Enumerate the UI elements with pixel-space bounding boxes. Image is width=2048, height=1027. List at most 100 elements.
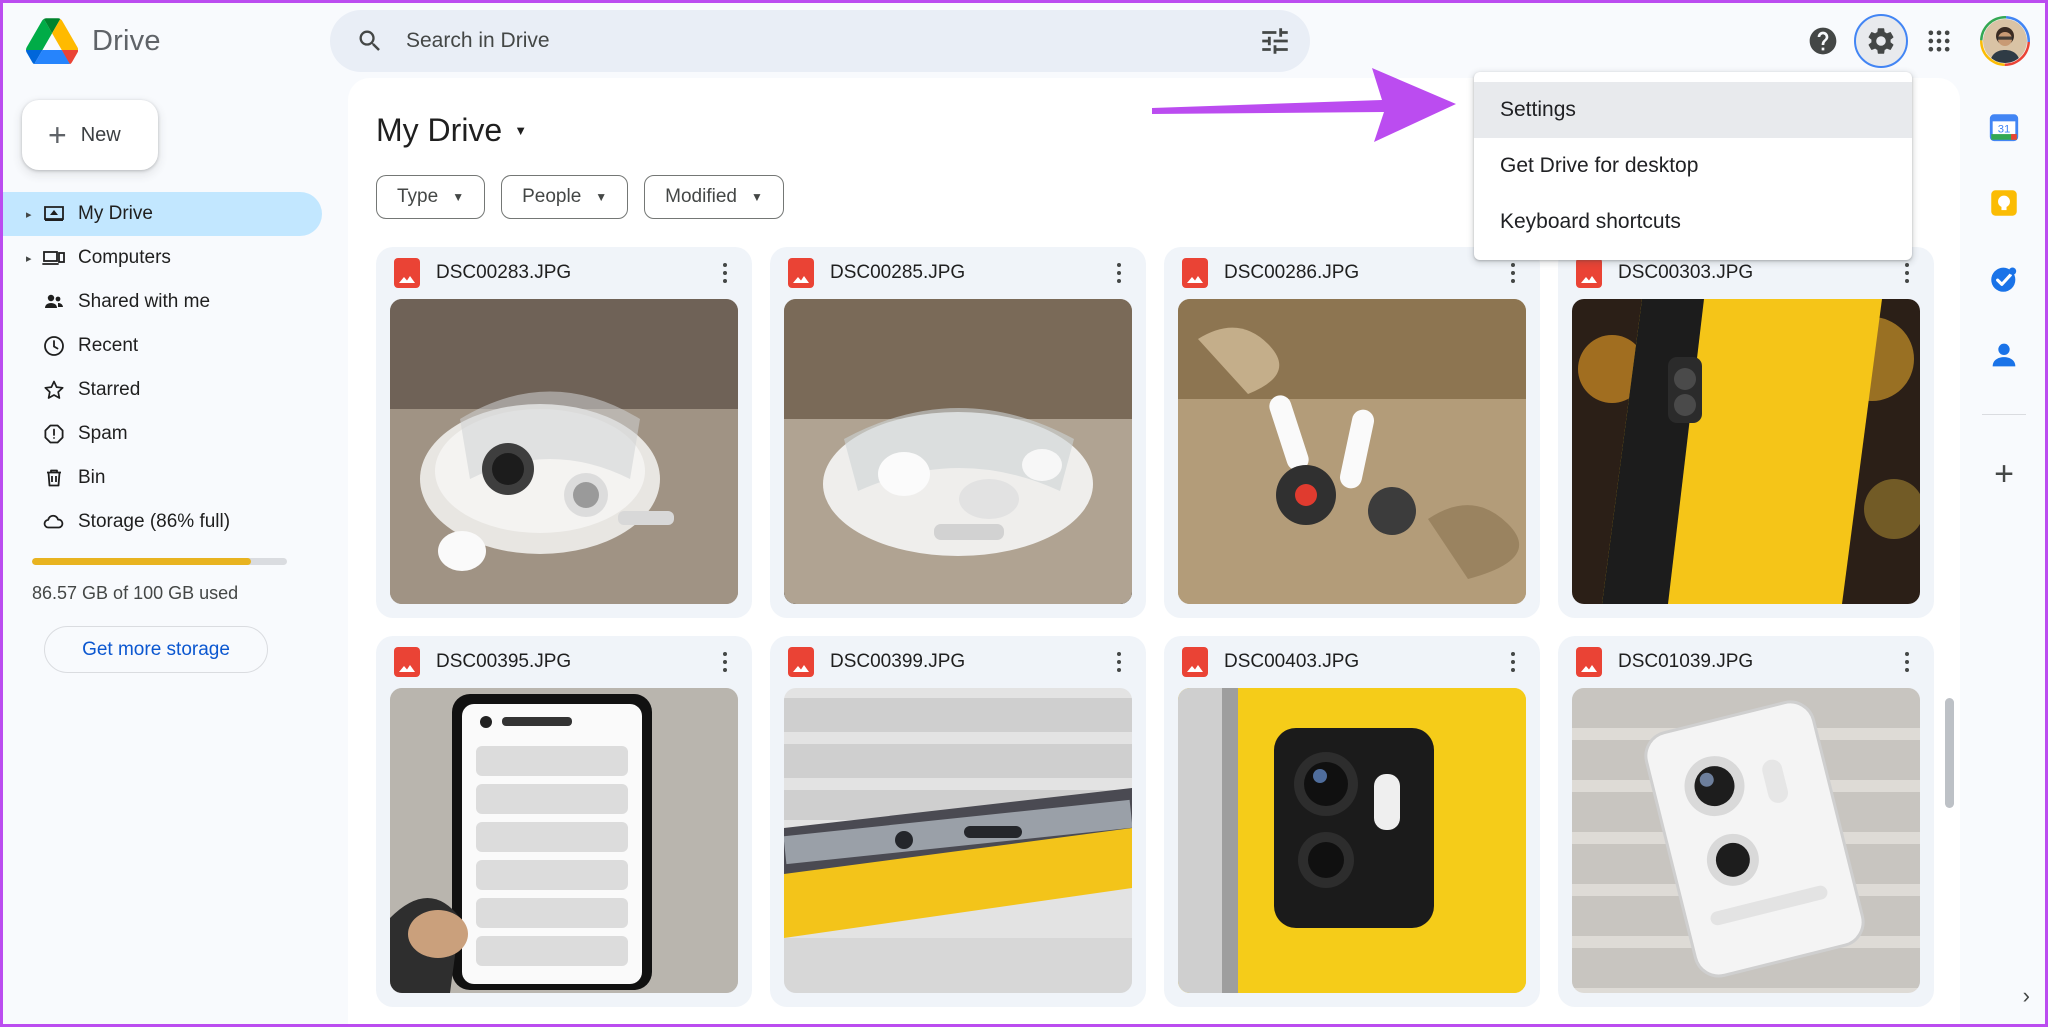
file-card[interactable]: DSC00395.JPG (376, 636, 752, 1007)
svg-text:31: 31 (1998, 124, 2011, 136)
file-thumbnail (1178, 688, 1526, 993)
add-side-panel-app-button[interactable]: + (1994, 457, 2014, 491)
brand[interactable]: Drive (0, 18, 330, 64)
expand-caret-icon[interactable]: ▸ (26, 208, 42, 221)
sidebar-item-spam[interactable]: ▸ Spam (0, 412, 322, 456)
chevron-down-icon: ▼ (595, 190, 607, 204)
more-vert-icon[interactable] (1894, 263, 1920, 283)
sidebar-item-starred[interactable]: ▸ Starred (0, 368, 322, 412)
search-input[interactable] (406, 29, 1250, 53)
menu-item-settings[interactable]: Settings (1474, 82, 1912, 138)
search-options-icon[interactable] (1258, 24, 1292, 58)
more-vert-icon[interactable] (1106, 263, 1132, 283)
more-vert-icon[interactable] (1106, 652, 1132, 672)
help-button[interactable] (1796, 14, 1850, 68)
cloud-icon (42, 510, 78, 534)
image-file-icon (1182, 258, 1208, 288)
top-bar: Drive (0, 0, 2048, 82)
annotation-arrow (1150, 62, 1460, 148)
sidebar-item-storage[interactable]: ▸ Storage (86% full) (0, 500, 322, 544)
more-vert-icon[interactable] (712, 263, 738, 283)
help-icon (1807, 25, 1839, 57)
top-right-actions (1796, 0, 2030, 82)
file-card[interactable]: DSC00399.JPG (770, 636, 1146, 1007)
chevron-down-icon: ▼ (452, 190, 464, 204)
shared-with-me-icon (42, 290, 78, 314)
file-thumbnail (390, 299, 738, 604)
chevron-down-icon: ▼ (751, 190, 763, 204)
new-button-label: New (81, 124, 121, 147)
menu-item-keyboard-shortcuts[interactable]: Keyboard shortcuts (1474, 194, 1912, 250)
expand-caret-icon[interactable]: ▸ (26, 252, 42, 265)
image-file-icon (788, 647, 814, 677)
chip-label: Modified (665, 186, 737, 208)
file-card[interactable]: DSC01039.JPG (1558, 636, 1934, 1007)
plus-icon: + (48, 119, 67, 151)
more-vert-icon[interactable] (712, 652, 738, 672)
file-thumbnail (1178, 299, 1526, 604)
file-card-header: DSC00403.JPG (1164, 636, 1540, 688)
google-contacts-icon[interactable] (1987, 338, 2021, 372)
image-file-icon (1576, 258, 1602, 288)
divider (1982, 414, 2026, 415)
get-more-storage-button[interactable]: Get more storage (44, 626, 268, 673)
clock-icon (42, 334, 78, 358)
star-icon (42, 378, 78, 402)
file-grid: DSC00283.JPG (376, 247, 1960, 1007)
storage-section: 86.57 GB of 100 GB used Get more storage (0, 558, 340, 673)
file-card[interactable]: DSC00283.JPG (376, 247, 752, 618)
google-tasks-icon[interactable] (1987, 262, 2021, 296)
file-name: DSC00303.JPG (1618, 262, 1878, 284)
sidebar-label: Computers (78, 247, 171, 269)
more-vert-icon[interactable] (1894, 652, 1920, 672)
brand-name: Drive (92, 25, 161, 58)
filter-chip-type[interactable]: Type ▼ (376, 175, 485, 219)
image-file-icon (394, 647, 420, 677)
filter-chip-people[interactable]: People ▼ (501, 175, 628, 219)
file-thumbnail (1572, 299, 1920, 604)
file-thumbnail (784, 299, 1132, 604)
google-apps-button[interactable] (1912, 14, 1966, 68)
menu-item-get-drive-for-desktop[interactable]: Get Drive for desktop (1474, 138, 1912, 194)
image-file-icon (788, 258, 814, 288)
file-thumbnail (390, 688, 738, 993)
sidebar-item-recent[interactable]: ▸ Recent (0, 324, 322, 368)
google-drive-app: Drive (0, 0, 2048, 1027)
google-apps-grid-icon (1925, 27, 1953, 55)
file-card[interactable]: DSC00403.JPG (1164, 636, 1540, 1007)
image-file-icon (1576, 647, 1602, 677)
content-scrollbar[interactable] (1945, 698, 1954, 808)
more-vert-icon[interactable] (1500, 263, 1526, 283)
settings-button[interactable] (1854, 14, 1908, 68)
file-card-header: DSC00399.JPG (770, 636, 1146, 688)
file-card-header: DSC00285.JPG (770, 247, 1146, 299)
file-card-header: DSC00395.JPG (376, 636, 752, 688)
sidebar-item-my-drive[interactable]: ▸ My Drive (0, 192, 322, 236)
sidebar-label: Spam (78, 423, 128, 445)
chip-label: Type (397, 186, 438, 208)
avatar[interactable] (1980, 16, 2030, 66)
file-thumbnail (1572, 688, 1920, 993)
google-calendar-icon[interactable]: 31 (1987, 110, 2021, 144)
sidebar-item-computers[interactable]: ▸ Computers (0, 236, 322, 280)
more-vert-icon[interactable] (1500, 652, 1526, 672)
expand-panel-button[interactable]: › (2023, 983, 2030, 1009)
computers-icon (42, 246, 78, 270)
sidebar-item-shared-with-me[interactable]: ▸ Shared with me (0, 280, 322, 324)
new-button[interactable]: + New (22, 100, 158, 170)
file-card-header: DSC00283.JPG (376, 247, 752, 299)
file-name: DSC00283.JPG (436, 262, 696, 284)
settings-menu: Settings Get Drive for desktop Keyboard … (1474, 72, 1912, 260)
file-card[interactable]: DSC00285.JPG (770, 247, 1146, 618)
file-name: DSC00286.JPG (1224, 262, 1484, 284)
sidebar-item-bin[interactable]: ▸ Bin (0, 456, 322, 500)
chevron-down-icon[interactable]: ▼ (514, 123, 527, 138)
google-keep-icon[interactable] (1987, 186, 2021, 220)
file-name: DSC00399.JPG (830, 651, 1090, 673)
image-file-icon (394, 258, 420, 288)
file-card[interactable]: DSC00303.JPG (1558, 247, 1934, 618)
file-card[interactable]: DSC00286.JPG (1164, 247, 1540, 618)
filter-chip-modified[interactable]: Modified ▼ (644, 175, 784, 219)
file-card-header: DSC01039.JPG (1558, 636, 1934, 688)
gear-icon (1865, 25, 1897, 57)
